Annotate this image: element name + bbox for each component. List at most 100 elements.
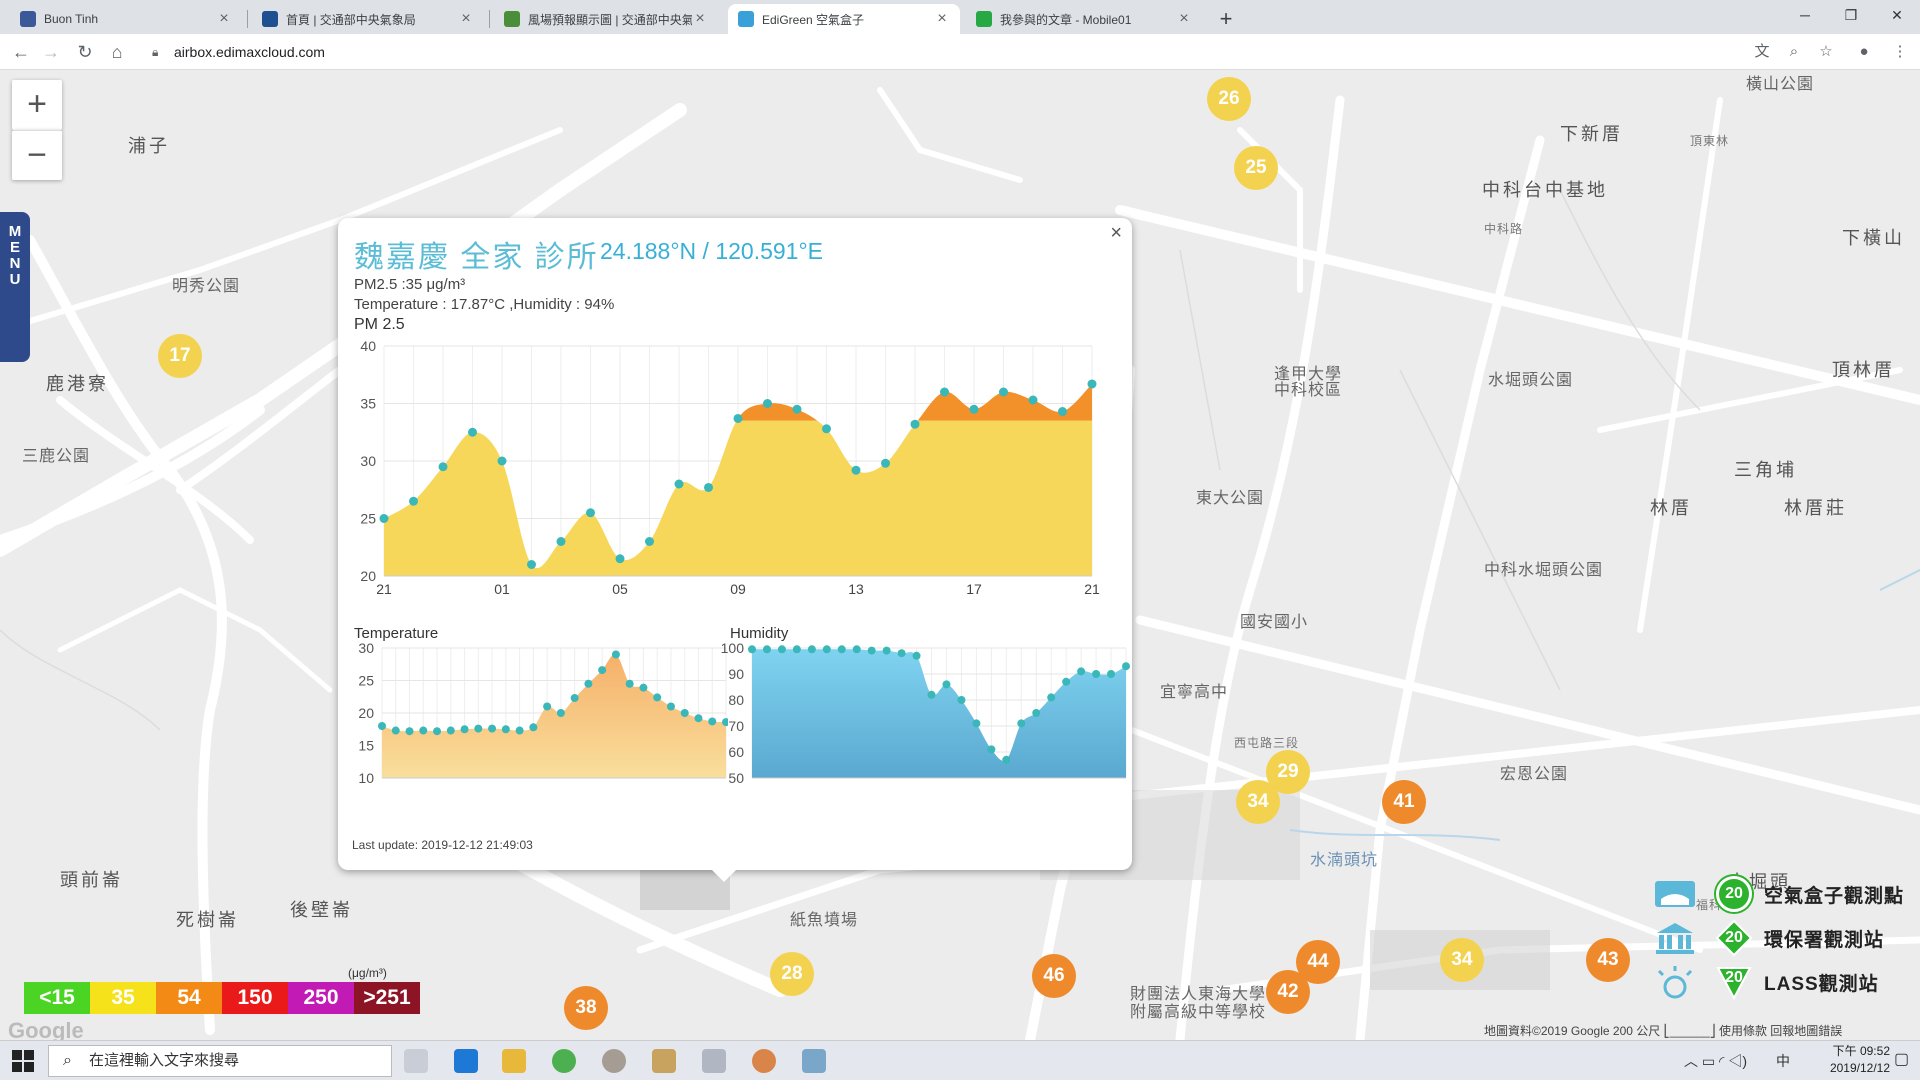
ime-indicator[interactable]: 中 [1776,1051,1790,1071]
pm25-station-marker[interactable]: 34 [1440,938,1484,982]
google-logo: Google [8,1018,84,1040]
data-point [733,413,743,423]
menu-button[interactable]: MENU [0,212,30,362]
data-point [625,679,634,688]
lass-sensor-icon [1652,964,1698,1000]
map-place-label: 林厝莊 [1784,498,1847,518]
app-icon-3[interactable] [702,1049,726,1073]
data-point [1122,662,1130,671]
task-view-icon[interactable] [404,1049,428,1073]
pm25-station-marker[interactable]: 46 [1032,954,1076,998]
pm25-station-marker[interactable]: 28 [770,952,814,996]
notification-icon[interactable]: ▢ [1894,1049,1909,1069]
address-bar[interactable]: 🔒︎ airbox.edimaxcloud.com [140,38,1740,66]
map-canvas[interactable]: 浦子 明秀公園 鹿港寮 三鹿公園 頭前崙 死樹崙 後壁崙 下新厝 中科台中基地 下橫山 頂林厝 水堀頭… [0,70,1920,1040]
zoom-out-button[interactable]: − [12,130,62,180]
close-window-button[interactable]: ✕ [1874,0,1920,30]
translate-icon[interactable]: 文 [1750,40,1774,64]
chrome-icon[interactable] [552,1049,576,1073]
y-tick-label: 50 [728,770,744,786]
zoom-in-button[interactable]: + [12,80,62,130]
pm25-station-marker[interactable]: 38 [564,986,608,1030]
map-attribution[interactable]: 地圖資料©2019 Google 200 公尺 ⎣______⎦ 使用條款 回報… [1484,1022,1842,1039]
map-place-label: 三角埔 [1734,460,1797,480]
map-place-label: 宜寧高中 [1160,684,1229,701]
app-icon-1[interactable] [602,1049,626,1073]
browser-tab[interactable]: 風場預報顯示圖 | 交通部中央氣象局× [494,4,718,34]
tab-title: 首頁 | 交通部中央氣象局 [286,12,416,27]
data-point [468,427,477,437]
edge-icon[interactable] [454,1049,478,1073]
home-icon[interactable]: ⌂ [104,39,130,65]
windows-start-icon[interactable] [12,1050,34,1072]
map-place-label: 頭前崙 [60,870,123,890]
close-icon[interactable]: × [1110,222,1122,245]
clock-date: 2019/12/12 [1829,1061,1890,1075]
data-point [515,726,524,735]
taskbar-search-box[interactable]: ⌕ 在這裡輸入文字來搜尋 [48,1045,392,1077]
minimize-button[interactable]: ─ [1782,0,1828,30]
data-point [851,465,861,475]
bookmark-star-icon[interactable]: ☆ [1814,40,1838,64]
data-point [570,694,579,703]
pm25-station-marker[interactable]: 26 [1207,77,1251,121]
popup-arrow [710,868,738,882]
pm25-station-marker[interactable]: 41 [1382,780,1426,824]
close-tab-icon[interactable]: × [934,10,950,28]
new-tab-button[interactable]: + [1212,6,1240,32]
map-place-label: 橫山公園 [1746,76,1815,93]
browser-tab[interactable]: 我參與的文章 - Mobile01 × [966,4,1202,34]
chart-title: Humidity [730,625,789,642]
data-point [639,683,648,692]
browser-tab[interactable]: 首頁 | 交通部中央氣象局 × [252,4,484,34]
facebook-icon [20,11,36,27]
close-tab-icon[interactable]: × [1176,10,1192,28]
browser-tab[interactable]: Buon Tinh × [10,4,242,34]
clock[interactable]: 下午 09:52 2019/12/12 [1804,1043,1890,1077]
data-point [438,462,448,472]
data-point [999,387,1008,397]
app-icon-2[interactable] [652,1049,676,1073]
zoom-icon[interactable]: ⌕ [1782,40,1806,64]
map-place-label: 死樹崙 [176,910,239,930]
browser-tab[interactable]: EdiGreen 空氣盒子 × [728,4,960,34]
map-place-label: 附屬高級中等學校 [1130,1004,1267,1021]
data-point [556,709,565,717]
station-badge-triangle: 20 [1716,964,1752,1000]
data-point [409,496,418,506]
data-point [1107,670,1116,678]
pm25-station-marker[interactable]: 42 [1266,970,1310,1014]
map-place-label: 宏恩公園 [1500,766,1569,783]
file-explorer-icon[interactable] [502,1049,526,1073]
data-point [762,645,771,654]
map-place-label: 水湳頭坑 [1310,852,1379,869]
profile-icon[interactable]: ● [1852,40,1876,64]
pm25-station-marker[interactable]: 43 [1586,938,1630,982]
aqi-legend-cell: 250 [288,982,354,1014]
tab-title: 風場預報顯示圖 | 交通部中央氣象局 [528,12,692,27]
pm25-station-marker[interactable]: 34 [1236,780,1280,824]
data-point [792,645,801,654]
pm25-station-marker[interactable]: 17 [158,334,202,378]
map-place-label: 中科路 [1484,222,1524,236]
lock-icon[interactable]: 🔒︎ [152,38,158,66]
close-tab-icon[interactable]: × [692,10,708,28]
app-icon-4[interactable] [752,1049,776,1073]
more-menu-icon[interactable]: ⋮ [1888,40,1912,64]
back-icon[interactable]: ← [8,39,34,65]
reload-icon[interactable]: ↻ [72,39,98,65]
app-icon-5[interactable] [802,1049,826,1073]
forward-icon[interactable]: → [38,39,64,65]
pm25-station-marker[interactable]: 25 [1234,146,1278,190]
x-tick-label: 17 [966,581,982,597]
data-point [763,399,772,408]
close-tab-icon[interactable]: × [458,10,474,28]
map-place-label: 下橫山 [1842,228,1905,248]
data-point [1017,719,1026,728]
close-tab-icon[interactable]: × [216,10,232,28]
system-tray-icons[interactable]: ︿ ▭ ◜ ◁) [1684,1051,1747,1071]
data-point [615,554,625,564]
maximize-button[interactable]: ❐ [1828,0,1874,30]
x-tick-label: 09 [730,581,746,597]
airbox-icon [1652,876,1698,912]
